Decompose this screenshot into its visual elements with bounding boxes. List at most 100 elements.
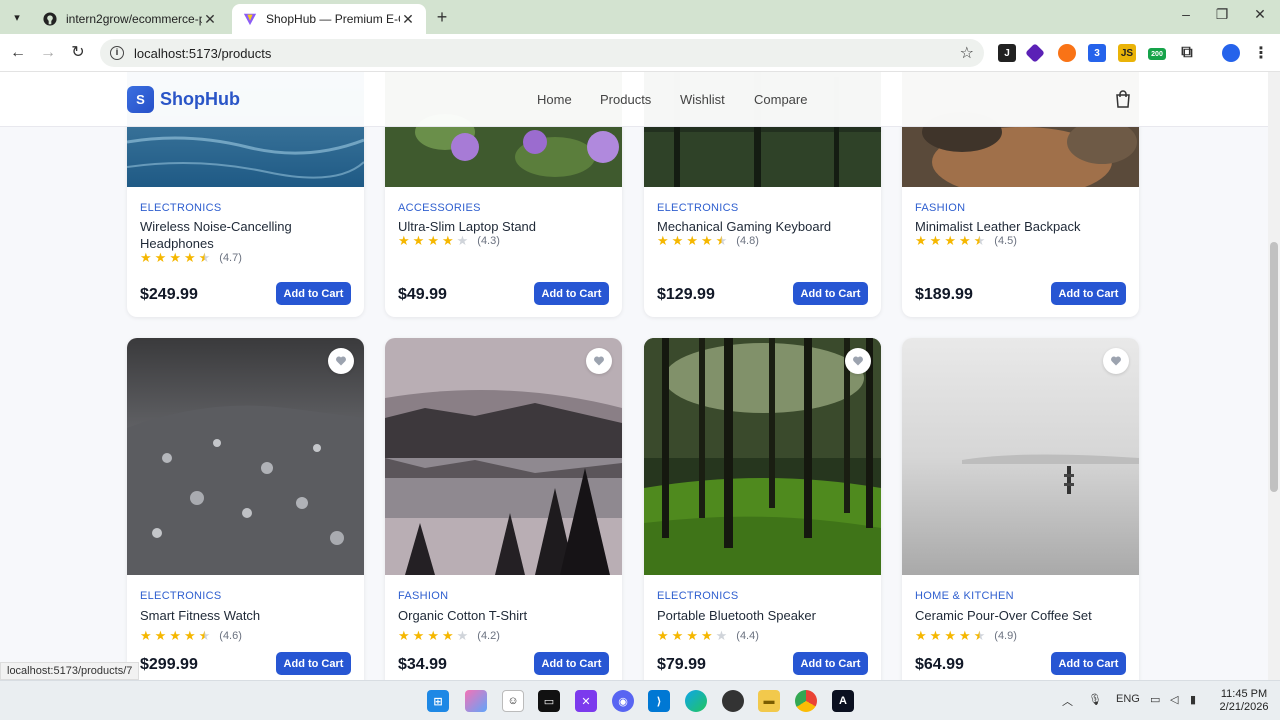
github-desktop-icon[interactable]: [722, 690, 744, 712]
tab-title: intern2grow/ecommerce-platfo: [66, 12, 202, 26]
minimize-icon[interactable]: –: [1176, 6, 1196, 22]
product-name[interactable]: Wireless Noise-Cancelling Headphones: [140, 218, 355, 252]
product-name[interactable]: Organic Cotton T-Shirt: [398, 607, 613, 624]
snipping-tool-icon[interactable]: ✕: [575, 690, 597, 712]
battery-icon[interactable]: ▮: [1190, 693, 1196, 706]
product-card[interactable]: ELECTRONICS Smart Fitness Watch ★ ★ ★ ★ ★ (4…: [127, 338, 364, 680]
product-image-lake-forest[interactable]: [385, 338, 622, 575]
star-icon: ★: [398, 628, 410, 643]
product-image-green-forest[interactable]: [644, 338, 881, 575]
extension-js-icon[interactable]: J: [998, 44, 1016, 62]
add-to-cart-button[interactable]: Add to Cart: [276, 652, 351, 675]
network-icon[interactable]: ▭: [1150, 693, 1160, 706]
empty-star-icon: ★: [456, 628, 469, 643]
chrome-icon[interactable]: [795, 690, 817, 712]
product-name[interactable]: Ceramic Pour-Over Coffee Set: [915, 607, 1130, 624]
product-name[interactable]: Smart Fitness Watch: [140, 607, 355, 624]
star-icon: ★: [183, 250, 196, 265]
add-to-cart-button[interactable]: Add to Cart: [793, 282, 868, 305]
photoshop-like-icon[interactable]: A: [832, 690, 854, 712]
extensions-puzzle-icon[interactable]: ⧉: [1178, 44, 1196, 62]
close-tab-icon[interactable]: ✕: [202, 11, 218, 28]
file-explorer-icon[interactable]: ▬: [758, 690, 780, 712]
half-star-icon: ★: [198, 250, 211, 265]
volume-icon[interactable]: ◁: [1170, 693, 1178, 706]
ghost-app-icon[interactable]: ☺: [502, 690, 524, 712]
rating-value: (4.2): [477, 630, 500, 642]
extension-fox-icon[interactable]: [1058, 44, 1076, 62]
browser-tab-strip: ▾ intern2grow/ecommerce-platfo ✕ ShopHub…: [0, 0, 1280, 34]
star-icon: ★: [915, 628, 927, 643]
discord-icon[interactable]: ◉: [612, 690, 634, 712]
star-icon: ★: [700, 628, 713, 643]
add-to-cart-button[interactable]: Add to Cart: [534, 652, 609, 675]
star-icon: ★: [441, 628, 454, 643]
extension-javascript-icon[interactable]: JS: [1118, 44, 1136, 62]
nav-home[interactable]: Home: [537, 92, 572, 107]
product-image-droplets[interactable]: [127, 338, 364, 575]
terminal-icon[interactable]: ▭: [538, 690, 560, 712]
back-icon[interactable]: ←: [8, 43, 28, 63]
extension-css-icon[interactable]: 3: [1088, 44, 1106, 62]
product-card[interactable]: HOME & KITCHEN Ceramic Pour-Over Coffee …: [902, 338, 1139, 680]
extension-diamond-icon[interactable]: [1025, 43, 1045, 63]
product-category: ELECTRONICS: [140, 202, 222, 214]
nav-wishlist[interactable]: Wishlist: [680, 92, 725, 107]
tray-overflow-chevron-icon[interactable]: ︿: [1062, 693, 1073, 709]
add-to-cart-button[interactable]: Add to Cart: [1051, 282, 1126, 305]
scrollbar-thumb[interactable]: [1270, 242, 1278, 492]
star-icon: ★: [686, 233, 698, 248]
extension-badge[interactable]: 200: [1148, 48, 1166, 60]
address-bar[interactable]: i localhost:5173/products ☆: [100, 39, 984, 67]
vscode-icon[interactable]: ⟩: [648, 690, 670, 712]
add-to-cart-button[interactable]: Add to Cart: [793, 652, 868, 675]
nav-products[interactable]: Products: [600, 92, 651, 107]
site-info-icon[interactable]: i: [110, 46, 124, 60]
wishlist-heart-button[interactable]: [1103, 348, 1129, 374]
github-icon: [42, 11, 58, 27]
new-tab-button[interactable]: +: [432, 7, 452, 28]
microphone-icon[interactable]: 🎙: [1088, 693, 1102, 706]
restore-icon[interactable]: ❐: [1212, 6, 1232, 23]
reload-icon[interactable]: ↻: [68, 43, 88, 63]
add-to-cart-button[interactable]: Add to Cart: [1051, 652, 1126, 675]
page-scrollbar[interactable]: [1268, 72, 1280, 680]
forward-icon[interactable]: →: [38, 43, 58, 63]
tab-github[interactable]: intern2grow/ecommerce-platfo ✕: [32, 4, 228, 34]
product-card[interactable]: FASHION Organic Cotton T-Shirt ★ ★ ★ ★ ★ (4.…: [385, 338, 622, 680]
copilot-icon[interactable]: [465, 690, 487, 712]
star-icon: ★: [657, 233, 669, 248]
brand-name[interactable]: ShopHub: [160, 89, 240, 110]
shopping-bag-icon[interactable]: [1113, 89, 1133, 109]
windows-start-icon[interactable]: ⊞: [427, 690, 449, 712]
bookmark-star-icon[interactable]: ☆: [960, 43, 974, 63]
wishlist-heart-button[interactable]: [845, 348, 871, 374]
star-icon: ★: [671, 233, 684, 248]
star-icon: ★: [412, 628, 425, 643]
star-icon: ★: [140, 250, 152, 265]
profile-avatar[interactable]: [1222, 44, 1240, 62]
tab-shophub[interactable]: ShopHub — Premium E-Comm ✕: [232, 4, 426, 34]
product-card[interactable]: ELECTRONICS Portable Bluetooth Speaker ★…: [644, 338, 881, 680]
star-icon: ★: [958, 233, 971, 248]
product-price: $189.99: [915, 286, 973, 303]
product-name[interactable]: Portable Bluetooth Speaker: [657, 607, 872, 624]
add-to-cart-button[interactable]: Add to Cart: [534, 282, 609, 305]
tab-search-chevron-icon[interactable]: ▾: [6, 7, 28, 27]
product-image-foggy-sea[interactable]: [902, 338, 1139, 575]
rating-value: (4.5): [994, 235, 1017, 247]
nav-compare[interactable]: Compare: [754, 92, 807, 107]
add-to-cart-button[interactable]: Add to Cart: [276, 282, 351, 305]
browser-menu-icon[interactable]: ⋮: [1252, 44, 1270, 62]
system-clock[interactable]: 11:45 PM 2/21/2026: [1214, 688, 1274, 714]
logo-badge[interactable]: S: [127, 86, 154, 113]
edge-icon[interactable]: [685, 690, 707, 712]
page-viewport: S ShopHub Home Products Wishlist Compare…: [0, 72, 1268, 680]
wishlist-heart-button[interactable]: [586, 348, 612, 374]
close-tab-icon[interactable]: ✕: [400, 11, 416, 28]
language-indicator[interactable]: ENG: [1116, 693, 1140, 705]
heart-icon: [594, 356, 604, 366]
close-window-icon[interactable]: ✕: [1250, 6, 1270, 23]
wishlist-heart-button[interactable]: [328, 348, 354, 374]
half-star-icon: ★: [198, 628, 211, 643]
